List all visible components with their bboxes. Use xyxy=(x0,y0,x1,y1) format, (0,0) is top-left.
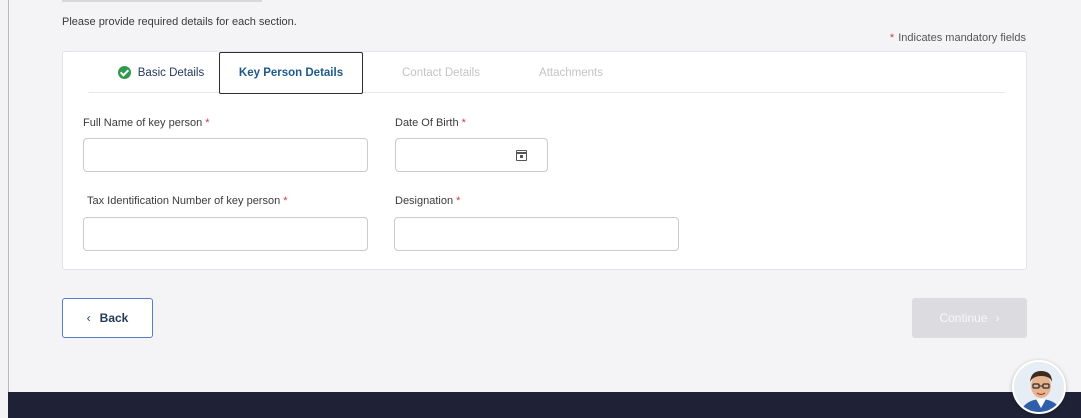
mandatory-note: * Indicates mandatory fields xyxy=(890,32,1026,44)
full-name-input[interactable] xyxy=(83,138,368,172)
tab-basic-details[interactable]: Basic Details xyxy=(103,52,219,93)
tab-key-person-details[interactable]: Key Person Details xyxy=(219,52,363,94)
dob-label: Date Of Birth * xyxy=(395,117,466,129)
chevron-right-icon: › xyxy=(995,311,1000,325)
instruction-text: Please provide required details for each… xyxy=(62,16,297,28)
check-circle-icon xyxy=(117,66,131,79)
full-name-label: Full Name of key person * xyxy=(83,117,210,129)
form-card: Basic Details Key Person Details Contact… xyxy=(62,51,1027,270)
tab-label: Key Person Details xyxy=(238,67,344,79)
tab-attachments[interactable]: Attachments xyxy=(521,52,621,93)
dob-input[interactable] xyxy=(395,138,548,172)
mandatory-note-text: Indicates mandatory fields xyxy=(898,32,1026,44)
assistant-avatar[interactable] xyxy=(1012,360,1066,414)
step-tabs: Basic Details Key Person Details Contact… xyxy=(89,52,1005,94)
tin-label: Tax Identification Number of key person * xyxy=(87,195,288,207)
required-star: * xyxy=(889,32,895,44)
continue-button[interactable]: Continue › xyxy=(912,298,1027,338)
tab-label: Attachments xyxy=(539,66,603,79)
designation-input[interactable] xyxy=(394,217,679,251)
designation-label: Designation * xyxy=(395,195,461,207)
tab-label: Contact Details xyxy=(402,66,480,79)
continue-label: Continue xyxy=(939,311,988,325)
tab-label: Basic Details xyxy=(137,66,205,79)
calendar-icon[interactable] xyxy=(515,150,527,161)
page-footer xyxy=(8,392,1081,418)
tab-contact-details[interactable]: Contact Details xyxy=(385,52,497,93)
back-button[interactable]: ‹ Back xyxy=(62,298,153,338)
chevron-left-icon: ‹ xyxy=(86,311,91,325)
back-label: Back xyxy=(99,311,129,325)
tin-input[interactable] xyxy=(83,217,368,251)
top-divider xyxy=(62,0,262,2)
